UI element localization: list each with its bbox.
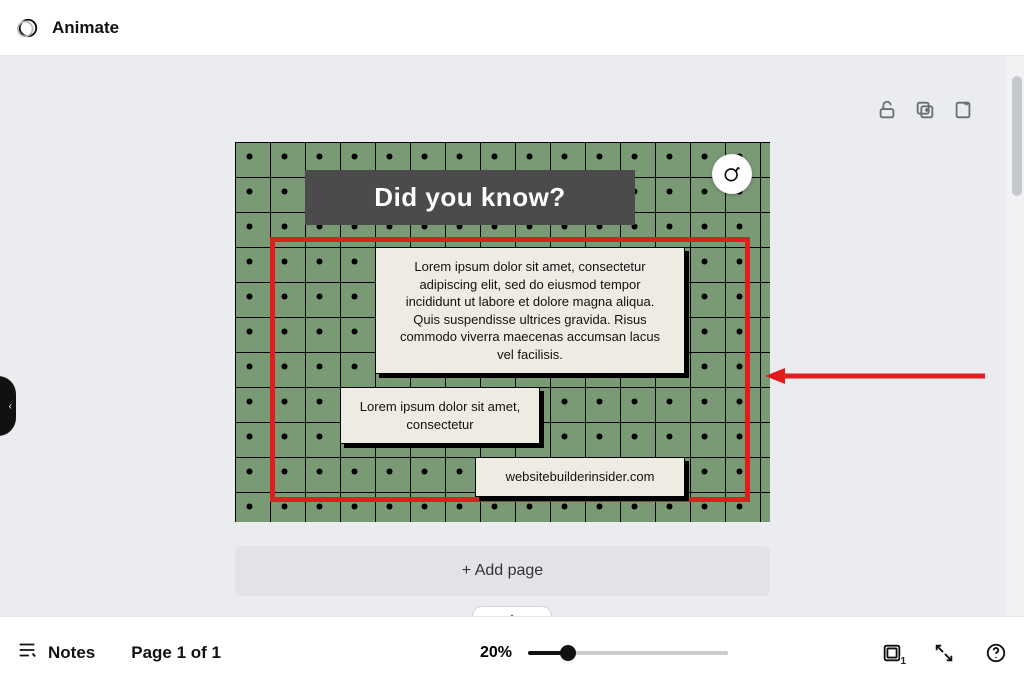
text-card-secondary[interactable]: Lorem ipsum dolor sit amet, consectetur [340, 387, 540, 444]
motion-icon[interactable] [16, 16, 40, 40]
new-page-icon[interactable] [951, 98, 975, 122]
page-indicator[interactable]: Page 1 of 1 [131, 643, 221, 663]
page-container: Did you know? Lorem ipsum dolor sit amet… [235, 96, 770, 522]
annotation-arrow [765, 366, 985, 386]
editor-topbar: Animate [0, 0, 1024, 56]
notes-icon [16, 639, 38, 666]
text-card-credit[interactable]: websitebuilderinsider.com [475, 457, 685, 497]
zoom-controls: 20% [480, 644, 728, 662]
page-peek-handle[interactable] [472, 606, 552, 616]
side-panel-toggle[interactable]: ‹ [0, 376, 16, 436]
page-tool-row [875, 96, 975, 124]
zoom-percent[interactable]: 20% [480, 644, 512, 662]
help-icon[interactable] [984, 641, 1008, 665]
zoom-slider-knob[interactable] [560, 645, 576, 661]
add-page-button[interactable]: + Add page [235, 546, 770, 596]
magic-icon[interactable] [712, 154, 752, 194]
vertical-scrollbar[interactable] [1006, 56, 1024, 616]
grid-page-count: 1 [900, 656, 906, 667]
editor-bottombar: Notes Page 1 of 1 20% 1 [0, 616, 1024, 688]
notes-label: Notes [48, 643, 95, 663]
animate-button[interactable]: Animate [52, 18, 119, 38]
zoom-slider[interactable] [528, 651, 728, 655]
canvas-workspace: ‹ Did you know? Lorem ipsum dolor sit am… [0, 56, 1024, 616]
scrollbar-thumb[interactable] [1012, 76, 1022, 196]
duplicate-page-icon[interactable] [913, 98, 937, 122]
grid-view-icon[interactable]: 1 [880, 641, 904, 665]
text-card-main[interactable]: Lorem ipsum dolor sit amet, consectetur … [375, 247, 685, 374]
bottom-right-icons: 1 [880, 641, 1008, 665]
notes-button[interactable]: Notes [16, 639, 95, 666]
unlock-icon[interactable] [875, 98, 899, 122]
design-slide[interactable]: Did you know? Lorem ipsum dolor sit amet… [235, 142, 770, 522]
fullscreen-icon[interactable] [932, 641, 956, 665]
slide-title[interactable]: Did you know? [305, 170, 635, 225]
